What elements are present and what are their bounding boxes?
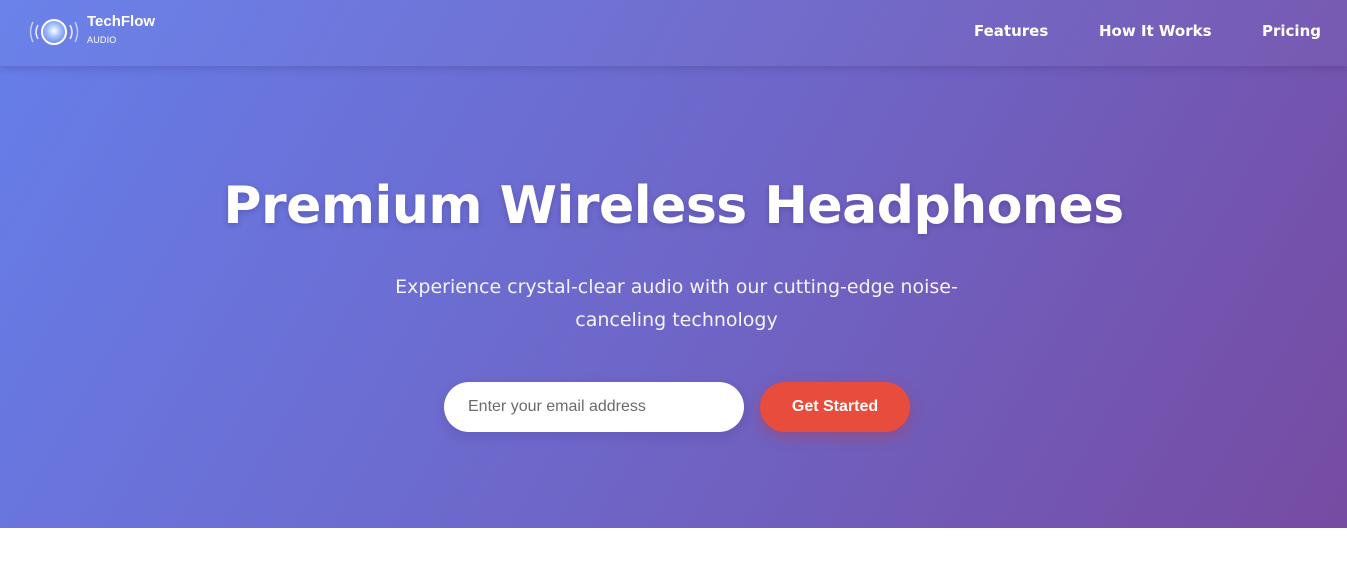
sound-wave-orb-icon bbox=[28, 12, 80, 52]
get-started-button[interactable]: Get Started bbox=[760, 382, 910, 432]
email-input[interactable] bbox=[444, 382, 744, 432]
hero-title: Premium Wireless Headphones bbox=[223, 176, 1124, 236]
brand-logo[interactable]: TechFlow AUDIO bbox=[28, 12, 155, 52]
nav-link-how-it-works[interactable]: How It Works bbox=[1099, 22, 1212, 40]
brand-name: TechFlow bbox=[87, 13, 156, 30]
top-navbar: TechFlow AUDIO Features How It Works Pri… bbox=[0, 0, 1347, 66]
nav-link-features[interactable]: Features bbox=[974, 22, 1048, 40]
hero-section: TechFlow AUDIO Features How It Works Pri… bbox=[0, 0, 1347, 528]
hero-subtitle: Experience crystal-clear audio with our … bbox=[395, 276, 958, 331]
brand-tagline: AUDIO bbox=[87, 35, 117, 45]
nav-link-pricing[interactable]: Pricing bbox=[1262, 22, 1321, 40]
